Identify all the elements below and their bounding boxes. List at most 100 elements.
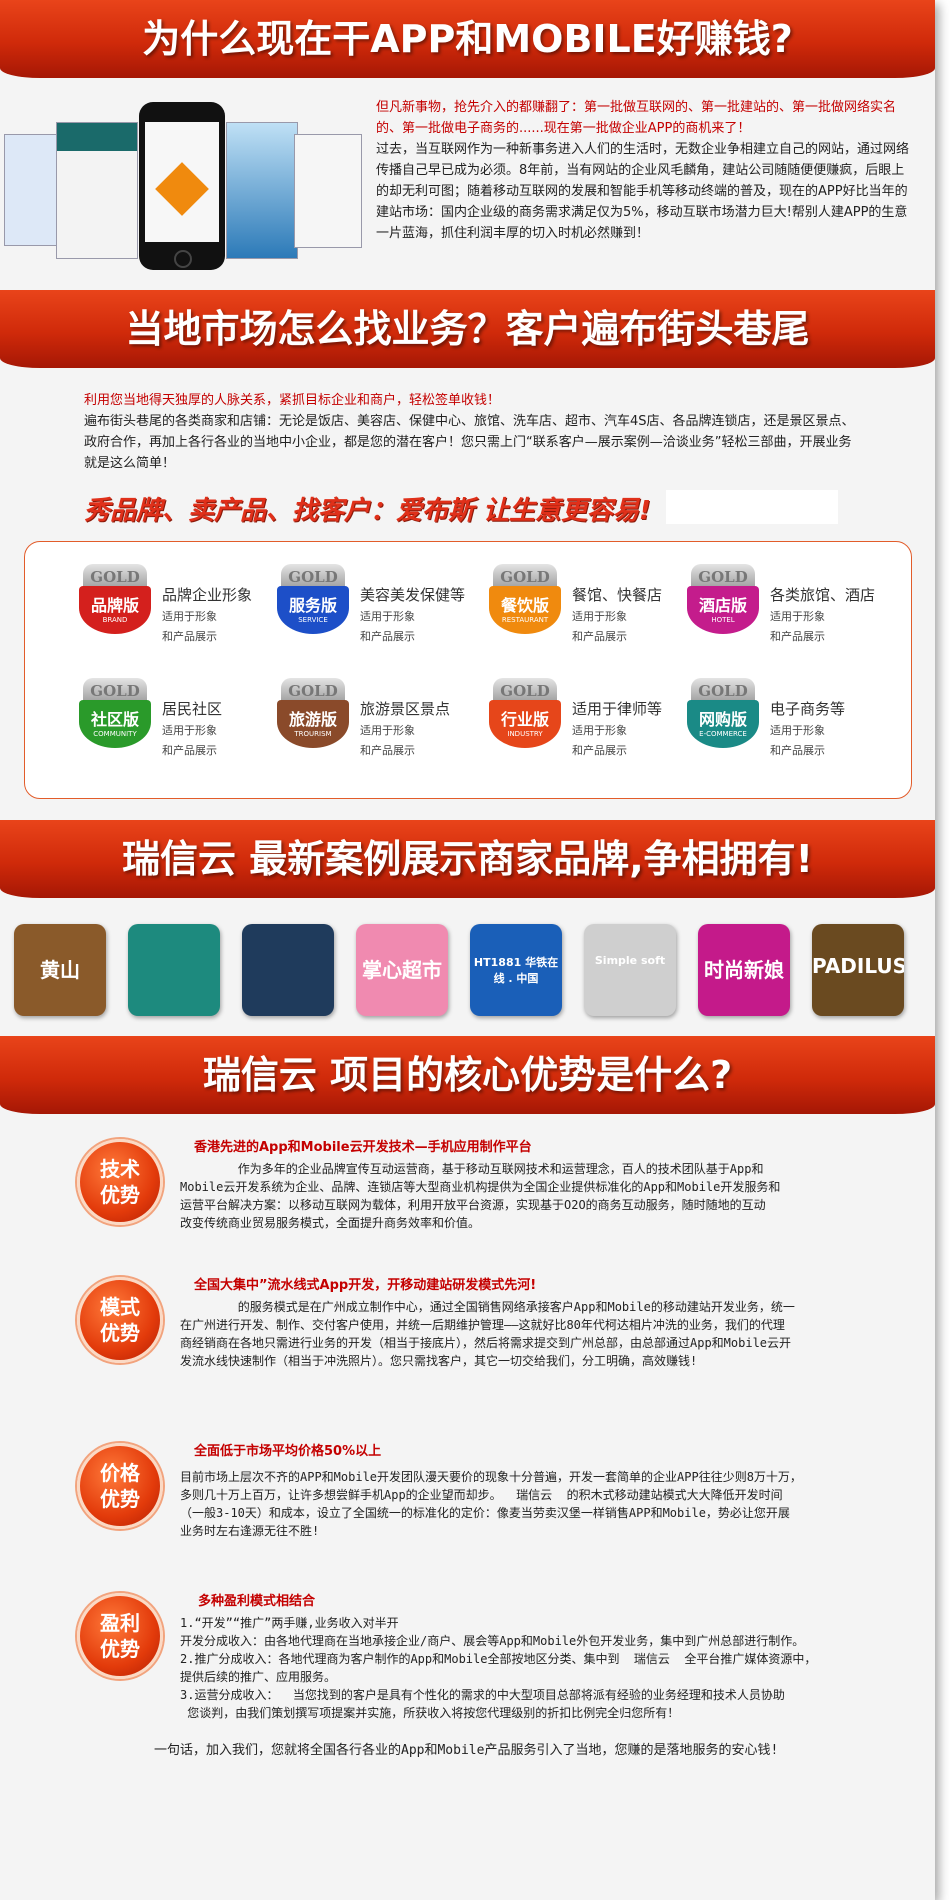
edition-name: 服务版: [288, 596, 337, 615]
edition-desc-1: 适用于形象: [770, 610, 825, 623]
edition-name-en: TROURISM: [294, 730, 332, 738]
local-highlight: 利用您当地得天独厚的人脉关系，紧抓目标企业和商户，轻松签单收钱！: [84, 393, 501, 408]
edition-badge[interactable]: GOLD 网购版 E-COMMERCE 电子商务等 适用于形象 和产品展示: [685, 678, 885, 778]
intro-body: 过去，当互联网作为一种新事务进入人们的生活时，无数企业争相建立自己的网站，通过网…: [376, 142, 910, 241]
advantage-circle-icon: 价格 优势: [77, 1443, 163, 1529]
banner-title: 瑞信云 项目的核心优势是什么?: [202, 1053, 733, 1097]
edition-desc-1: 适用于形象: [572, 724, 627, 737]
banner-title: 为什么现在干APP和MOBILE好赚钱?: [142, 17, 793, 61]
edition-desc-1: 适用于形象: [162, 610, 217, 623]
edition-shield-icon: GOLD 服务版 SERVICE: [275, 564, 351, 658]
edition-desc-1: 适用于形象: [572, 610, 627, 623]
advantage-line: 的服务模式是在广州成立制作中心，通过全国销售网络承接客户App和Mobile的移…: [180, 1300, 795, 1314]
edition-title: 餐馆、快餐店: [572, 586, 663, 604]
advantage-line: 1.“开发”“推广”两手赚,业务收入对半开: [180, 1616, 399, 1630]
edition-shield-icon: GOLD 酒店版 HOTEL: [685, 564, 761, 658]
advantage-heading: 全面低于市场平均价格50%以上: [194, 1444, 382, 1459]
edition-shield-body: 网购版 E-COMMERCE: [687, 700, 759, 748]
case-logo-text: 掌心超市: [362, 958, 442, 982]
advantage-line: 您谈判，由我们策划撰写项提案并实施，所获收入将按您代理级别的折扣比例完全归您所有…: [180, 1706, 680, 1720]
edition-desc-2: 和产品展示: [162, 630, 217, 643]
advantage-circle-line1: 价格: [100, 1461, 140, 1485]
advantage-heading: 多种盈利模式相结合: [198, 1594, 316, 1609]
advantage-line: 作为多年的企业品牌宣传互动运营商，基于移动互联网技术和运营理念，百人的技术团队基…: [180, 1162, 764, 1176]
advantage-circle-icon: 技术 优势: [77, 1139, 163, 1225]
edition-shield-body: 服务版 SERVICE: [277, 586, 349, 634]
edition-name: 网购版: [698, 710, 747, 729]
edition-name-en: INDUSTRY: [507, 730, 543, 738]
slogan: 秀品牌、卖产品、找客户：爱布斯 让生意更容易!: [84, 496, 651, 526]
advantage-line: 运营平台解决方案：以移动互联网为载体，利用开放平台资源，实现基于O2O的商务互动…: [180, 1198, 766, 1212]
edition-badge[interactable]: GOLD 旅游版 TROURISM 旅游景区景点 适用于形象 和产品展示: [275, 678, 475, 778]
edition-title: 品牌企业形象: [162, 586, 253, 604]
edition-desc-2: 和产品展示: [770, 630, 825, 643]
edition-shield-body: 酒店版 HOTEL: [687, 586, 759, 634]
closing-text: 一句话，加入我们，您就将全国各行各业的App和Mobile产品服务引入了当地，您…: [154, 1743, 779, 1758]
edition-badge[interactable]: GOLD 行业版 INDUSTRY 适用于律师等 适用于形象 和产品展示: [487, 678, 687, 778]
edition-shield-body: 品牌版 BRAND: [79, 586, 151, 634]
edition-name-en: E-COMMERCE: [699, 730, 747, 738]
local-text: 利用您当地得天独厚的人脉关系，紧抓目标企业和商户，轻松签单收钱！ 遍布街头巷尾的…: [84, 390, 864, 474]
advantage-line: 改变传统商业贸易服务模式，全面提升商务效率和价值。: [180, 1216, 481, 1230]
edition-badge[interactable]: GOLD 服务版 SERVICE 美容美发保健等 适用于形象 和产品展示: [275, 564, 475, 664]
edition-desc-2: 和产品展示: [162, 744, 217, 757]
phones-illustration: [4, 94, 364, 274]
advantage-circle-line1: 技术: [100, 1157, 140, 1181]
edition-badge[interactable]: GOLD 品牌版 BRAND 品牌企业形象适用于形象和产品展示: [77, 564, 277, 664]
case-logo-text: 时尚新娘: [704, 958, 784, 982]
case-logo-text: PADILUS: [812, 954, 904, 978]
advantage-body: 作为多年的企业品牌宣传互动运营商，基于移动互联网技术和运营理念，百人的技术团队基…: [180, 1160, 900, 1232]
intro-highlight: 但凡新事物，抢先介入的都赚翻了：第一批做互联网的、第一批建站的、第一批做网络实名…: [376, 100, 897, 136]
edition-name: 行业版: [500, 710, 549, 729]
edition-shield-icon: GOLD 社区版 COMMUNITY: [77, 678, 153, 772]
local-body: 遍布街头巷尾的各类商家和店铺：无论是饭店、美容店、保健中心、旅馆、洗车店、超市、…: [84, 414, 855, 471]
page: 为什么现在干APP和MOBILE好赚钱? 但凡新事物，抢先介入的都赚翻了：第一批…: [0, 0, 935, 1900]
case-logo[interactable]: [128, 924, 220, 1016]
edition-shield-body: 行业版 INDUSTRY: [489, 700, 561, 748]
advantage-circle-line2: 优势: [100, 1637, 140, 1661]
edition-name-en: RESTAURANT: [501, 616, 549, 624]
case-logo[interactable]: [242, 924, 334, 1016]
advantage-line: 2.推广分成收入：各地代理商为客户制作的App和Mobile全部按地区分类、集中…: [180, 1652, 817, 1666]
case-logo[interactable]: HT1881 华铁在线 . 中国: [470, 924, 562, 1016]
case-logo[interactable]: 掌心超市: [356, 924, 448, 1016]
advantage-heading: 香港先进的App和Mobile云开发技术—手机应用制作平台: [194, 1140, 532, 1155]
case-logo[interactable]: 时尚新娘: [698, 924, 790, 1016]
edition-shield-body: 旅游版 TROURISM: [277, 700, 349, 748]
case-logo-text: [128, 924, 220, 954]
edition-name-en: HOTEL: [711, 616, 735, 624]
case-logo[interactable]: 黄山: [14, 924, 106, 1016]
edition-name-en: COMMUNITY: [93, 730, 137, 738]
case-logo[interactable]: PADILUS: [812, 924, 904, 1016]
edition-title: 适用于律师等: [572, 700, 663, 718]
edition-name-en: SERVICE: [298, 616, 328, 624]
edition-badge[interactable]: GOLD 餐饮版 RESTAURANT 餐馆、快餐店 适用于形象 和产品展示: [487, 564, 687, 664]
advantage-line: 开发分成收入：由各地代理商在当地承接企业/商户、展会等App和Mobile外包开…: [180, 1634, 805, 1648]
edition-shield-body: 社区版 COMMUNITY: [79, 700, 151, 748]
edition-title: 居民社区: [162, 700, 223, 718]
slogan-blank: [666, 490, 838, 524]
advantage-line: 提供后续的推广、应用服务。: [180, 1670, 337, 1684]
edition-shield-icon: GOLD 品牌版 BRAND: [77, 564, 153, 658]
advantage-line: （一般3-10天）和成本，设立了全国统一的标准化的定价：像麦当劳卖汉堡一样销售A…: [180, 1506, 790, 1520]
case-logo[interactable]: Simple soft: [584, 924, 676, 1016]
edition-name: 酒店版: [698, 596, 747, 615]
edition-badge[interactable]: GOLD 酒店版 HOTEL 各类旅馆、酒店 适用于形象 和产品展示: [685, 564, 885, 664]
advantage-body: 的服务模式是在广州成立制作中心，通过全国销售网络承接客户App和Mobile的移…: [180, 1298, 900, 1370]
advantage-circle-line2: 优势: [100, 1321, 140, 1345]
edition-name: 旅游版: [288, 710, 337, 729]
advantage-line: 3.运营分成收入： 当您找到的客户是具有个性化的需求的中大型项目总部将派有经验的…: [180, 1688, 785, 1702]
advantage-line: 发流水线快速制作（相当于冲洗照片）。您只需找客户，其它一切交给我们，分工明确，高…: [180, 1354, 698, 1368]
advantage-line: 业务时左右逢源无往不胜!: [180, 1524, 320, 1538]
edition-title: 旅游景区景点: [360, 700, 451, 718]
advantage-circle-line2: 优势: [100, 1183, 140, 1207]
case-logo-text: [242, 924, 334, 954]
edition-badge[interactable]: GOLD 社区版 COMMUNITY 居民社区适用于形象和产品展示: [77, 678, 277, 778]
advantage-line: 商经销商在各地只需进行业务的开发（相当于接底片），然后将需求提交到广州总部，由总…: [180, 1336, 792, 1350]
advantage-line: 目前市场上层次不齐的APP和Mobile开发团队漫天要价的现象十分普遍，开发一套…: [180, 1470, 802, 1484]
case-logo-text: Simple soft: [594, 954, 666, 967]
edition-desc-1: 适用于形象: [162, 724, 217, 737]
banner-why-app: 为什么现在干APP和MOBILE好赚钱?: [0, 0, 935, 78]
advantage-circle-line1: 模式: [100, 1295, 140, 1319]
advantage-line: 在广州进行开发、制作、交付客户使用，并统一后期维护管理——这就好比80年代柯达相…: [180, 1318, 785, 1332]
